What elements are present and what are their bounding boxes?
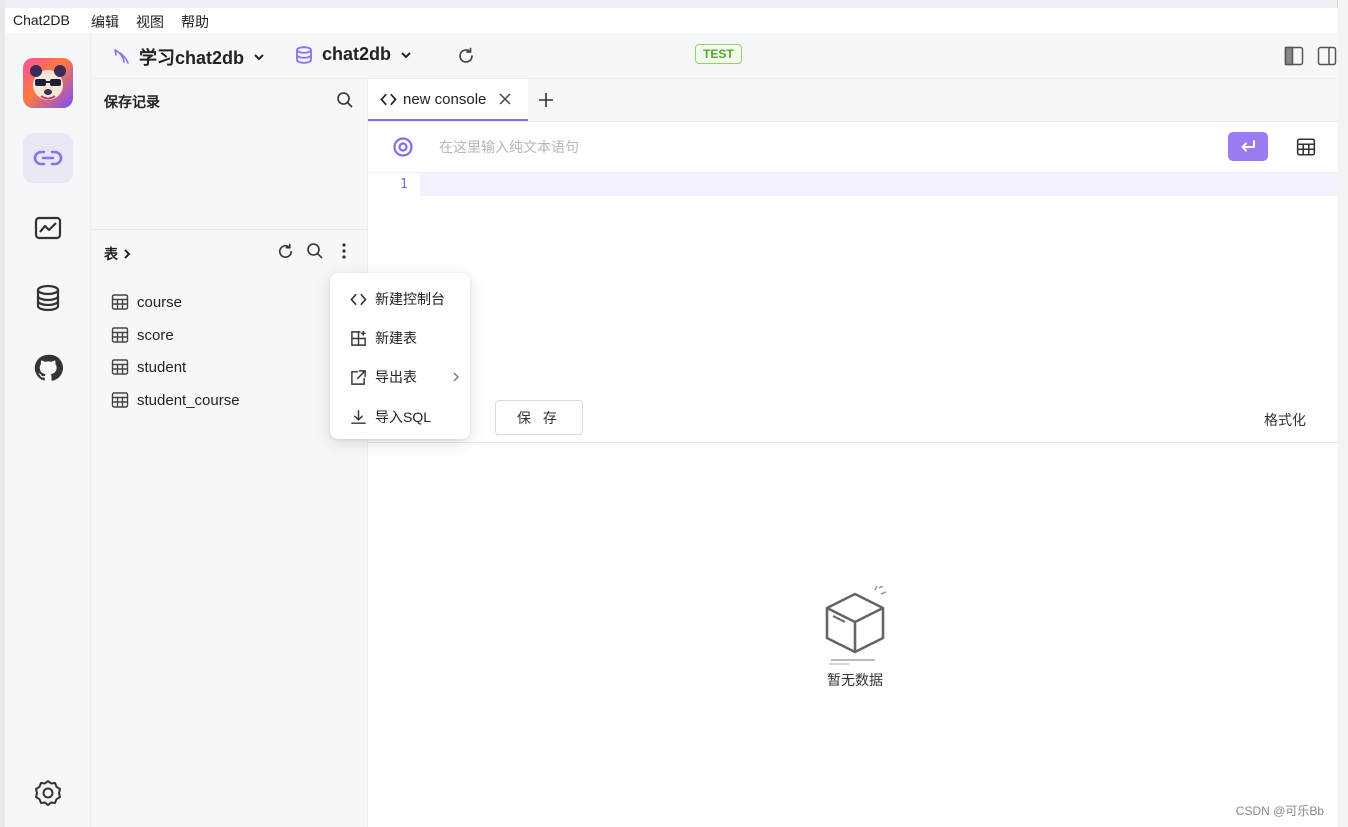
ai-input-row: 在这里输入纯文本语句 [368,122,1338,173]
explorer-panel: 保存记录 表 course score student student_cour… [91,79,368,827]
table-icon [111,294,129,310]
nav-rail [5,33,91,827]
panel-divider [91,229,367,230]
code-icon [350,293,367,305]
menu-item-new-console[interactable]: 新建控制台 [350,289,460,309]
table-name: student [137,358,187,376]
nav-database-button[interactable] [23,273,73,323]
ai-prompt-input[interactable]: 在这里输入纯文本语句 [439,137,579,157]
menu-item-app[interactable]: Chat2DB [13,12,70,28]
export-icon [351,369,366,385]
saved-records-title: 保存记录 [104,94,160,110]
sidebar-right-icon [1317,46,1337,66]
chart-icon [34,216,62,240]
gear-icon [35,780,61,806]
table-context-menu: 新建控制台 新建表 导出表 导入SQL [330,273,470,439]
line-number: 1 [400,177,408,192]
close-icon[interactable] [498,92,512,106]
refresh-icon [459,47,473,63]
table-item-student[interactable]: student [111,358,186,376]
refresh-tables-button[interactable] [276,242,295,261]
refresh-icon [279,243,293,258]
menu-item-view[interactable]: 视图 [136,12,164,32]
add-tab-button[interactable] [538,92,554,108]
table-icon [111,327,129,343]
table-name: student_course [137,391,240,409]
top-bar: 学习chat2db chat2db TEST [91,33,1338,79]
table-picker-button[interactable] [1296,137,1316,157]
more-options-button[interactable] [335,242,353,260]
table-name: course [137,293,183,311]
table-icon [1296,138,1316,156]
menu-item-export-table[interactable]: 导出表 [350,367,460,387]
table-item-student-course[interactable]: student_course [111,391,240,409]
search-tables-button[interactable] [306,242,324,260]
link-icon [33,150,63,166]
nav-github-button[interactable] [23,343,73,393]
database-icon [296,45,312,64]
more-vertical-icon [342,243,346,259]
chevron-right-icon [453,372,459,382]
toggle-right-panel-button[interactable] [1317,46,1337,66]
tables-title: 表 [104,246,118,262]
code-editor-line[interactable] [420,173,1338,196]
background-window-strip [0,0,1348,8]
empty-results: 暂无数据 [821,586,889,690]
table-name: score [137,326,174,344]
connection-name: 学习chat2db [139,48,245,68]
app-window: Chat2DB 编辑 视图 帮助 学习chat2db chat2db TEST … [5,8,1338,827]
menu-item-help[interactable]: 帮助 [181,12,209,32]
table-add-icon [351,330,366,346]
connection-selector[interactable]: 学习chat2db [111,44,266,70]
save-button[interactable]: 保 存 [495,400,583,435]
app-logo [23,58,73,108]
mysql-dolphin-icon [114,49,129,64]
nav-dashboard-button[interactable] [23,203,73,253]
env-badge: TEST [695,44,742,64]
table-item-course[interactable]: course [111,293,182,311]
menu-item-edit[interactable]: 编辑 [91,12,119,32]
background-window-right [1337,0,1348,827]
chevron-down-icon [254,54,264,61]
empty-box-icon [825,586,887,665]
database-name: chat2db [322,44,392,64]
code-icon [380,93,397,105]
menu-item-label: 导入SQL [375,409,432,425]
empty-text: 暂无数据 [827,672,883,688]
menu-item-import-sql[interactable]: 导入SQL [350,407,460,427]
chevron-down-icon [401,51,411,58]
search-icon [337,92,353,108]
plus-icon [539,93,553,107]
table-item-score[interactable]: score [111,326,174,344]
sidebar-left-icon [1284,46,1304,66]
menu-item-label: 新建表 [375,330,417,346]
search-saved-button[interactable] [336,91,354,109]
ai-icon [392,136,414,158]
refresh-button[interactable] [456,46,476,66]
github-icon [34,354,63,381]
download-icon [351,409,366,424]
menu-item-label: 导出表 [375,369,417,385]
format-button[interactable]: 格式化 [1264,410,1306,430]
tab-new-console[interactable]: new console [368,79,528,121]
chevron-right-icon [124,249,131,259]
menu-item-new-table[interactable]: 新建表 [350,328,460,348]
sql-editor-area: 在这里输入纯文本语句 1 保 存 格式化 暂无数据 [368,122,1338,827]
database-icon [36,284,60,312]
menu-bar: Chat2DB 编辑 视图 帮助 [5,8,1338,33]
menu-item-label: 新建控制台 [375,291,445,307]
nav-connections-button[interactable] [23,133,73,183]
settings-button[interactable] [23,768,73,818]
tables-header[interactable]: 表 [104,244,133,264]
ai-send-button[interactable] [1228,132,1268,161]
search-icon [307,243,323,259]
toggle-left-panel-button[interactable] [1284,46,1304,66]
tab-label: new console [403,90,487,108]
table-icon [111,392,129,408]
console-tab-bar: new console [368,79,1338,122]
watermark: CSDN @可乐Bb [1235,804,1324,818]
enter-icon [1241,139,1255,151]
database-selector[interactable]: chat2db [294,44,413,65]
table-icon [111,359,129,375]
